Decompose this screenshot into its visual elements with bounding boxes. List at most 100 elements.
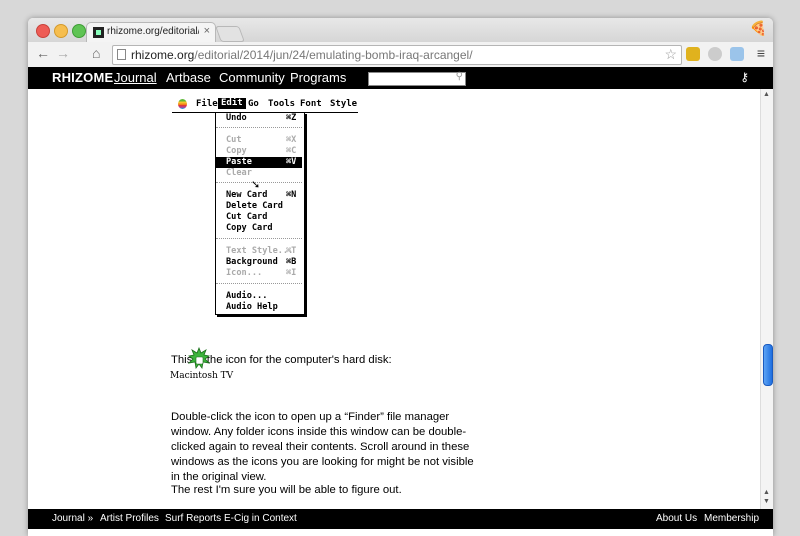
menu-separator	[216, 238, 302, 239]
browser-tab[interactable]: rhizome.org/editorial/201 ×	[86, 22, 216, 43]
article-content: File Edit Go Tools Font Style Undo ⌘Z Cut…	[28, 89, 761, 509]
article-paragraph-2: Double-click the icon to open up a “Find…	[171, 411, 474, 483]
window-minimize-button[interactable]	[54, 24, 68, 38]
menu-item-shortcut: ⌘I	[286, 268, 297, 278]
menu-item-cut-card: Cut Card	[216, 212, 302, 223]
menu-item-background: Background ⌘B	[216, 257, 302, 268]
menu-item-label: Background	[226, 257, 278, 267]
menu-item-new-card: New Card ⌘N	[216, 190, 302, 201]
favicon-icon	[93, 27, 104, 38]
nav-community[interactable]: Community	[219, 70, 285, 85]
bookmark-star-icon[interactable]: ☆	[664, 46, 677, 63]
apple-icon	[178, 99, 187, 109]
mac-menu-tools: Tools	[268, 99, 296, 109]
menu-item-label: Paste	[226, 157, 252, 167]
scroll-up-bottom-icon[interactable]: ▲	[763, 489, 770, 496]
window-close-button[interactable]	[36, 24, 50, 38]
mac-menu-go: Go	[248, 99, 259, 109]
pizza-extension-icon[interactable]: 🍕	[750, 20, 767, 37]
mouse-pointer-icon: ➘	[251, 179, 261, 191]
page-scrollbar[interactable]: ▲ ▲ ▼	[760, 89, 773, 509]
menu-item-label: Undo	[226, 113, 247, 123]
menu-separator	[216, 283, 302, 284]
search-icon[interactable]: ⚲	[456, 71, 463, 82]
menu-item-delete-card: Delete Card	[216, 201, 302, 212]
login-key-icon[interactable]: ⚷	[740, 70, 749, 84]
menu-item-label: Audio...	[226, 291, 268, 301]
site-navbar: RHIZOME Journal Artbase Community Progra…	[28, 67, 773, 89]
mac-menu-file: File	[196, 99, 218, 109]
menu-item-cut: Cut ⌘X	[216, 135, 302, 146]
browser-window: rhizome.org/editorial/201 × 🍕 ← → ⌂ rhiz…	[28, 18, 773, 536]
menu-item-label: Cut Card	[226, 212, 268, 222]
new-tab-button[interactable]	[215, 26, 245, 42]
site-search-input[interactable]: ⚲	[368, 71, 466, 86]
nav-journal[interactable]: Journal	[114, 70, 157, 85]
article-paragraph-3: The rest I'm sure you will be able to fi…	[171, 484, 402, 496]
menu-item-shortcut: ⌘B	[286, 257, 297, 267]
menu-item-label: Copy	[226, 146, 247, 156]
menu-item-audio-help: Audio Help	[216, 302, 302, 313]
home-button[interactable]: ⌂	[92, 45, 100, 61]
menu-item-copy-card: Copy Card	[216, 223, 302, 234]
menu-item-label: Copy Card	[226, 223, 273, 233]
footer-artist-profiles-link[interactable]: Artist Profiles	[100, 513, 159, 524]
menu-item-shortcut: ⌘X	[286, 135, 297, 145]
footer-surf-reports-link[interactable]: Surf Reports	[165, 513, 221, 524]
mac-menu-style: Style	[330, 99, 358, 109]
scroll-down-icon[interactable]: ▼	[763, 498, 770, 505]
menu-item-label: Delete Card	[226, 201, 283, 211]
mac-menu-edit: Edit	[218, 98, 246, 109]
menu-item-audio: Audio...	[216, 291, 302, 302]
footer-ecig-link[interactable]: E-Cig in Context	[224, 513, 297, 524]
menu-item-text-style: Text Style... ⌘T	[216, 246, 302, 257]
site-logo[interactable]: RHIZOME	[52, 70, 113, 85]
hard-disk-label: Macintosh TV	[170, 371, 234, 381]
cast-extension-icon[interactable]	[730, 47, 744, 61]
url-path: /editorial/2014/jun/24/emulating-bomb-ir…	[194, 48, 473, 62]
menu-item-label: Audio Help	[226, 302, 278, 312]
tab-bar: rhizome.org/editorial/201 × 🍕	[28, 18, 773, 43]
browser-menu-icon[interactable]: ≡	[757, 45, 765, 61]
extension-icon[interactable]	[686, 47, 700, 61]
nav-programs[interactable]: Programs	[290, 70, 346, 85]
browser-toolbar: ← → ⌂ rhizome.org/editorial/2014/jun/24/…	[28, 42, 773, 68]
menu-item-shortcut: ⌘C	[286, 146, 297, 156]
menu-separator	[216, 127, 302, 128]
edit-dropdown-image: Undo ⌘Z Cut ⌘X Copy ⌘C Paste ⌘V Clear New Ca…	[215, 112, 305, 315]
footer-about-link[interactable]: About Us	[656, 513, 697, 524]
menu-item-label: Cut	[226, 135, 242, 145]
url-domain: rhizome.org	[131, 48, 195, 62]
menu-item-icon: Icon... ⌘I	[216, 268, 302, 279]
mac-menubar-image: File Edit Go Tools Font Style	[172, 96, 358, 113]
address-bar[interactable]: rhizome.org/editorial/2014/jun/24/emulat…	[112, 45, 682, 65]
scrollbar-thumb[interactable]	[763, 344, 773, 386]
menu-item-label: Text Style...	[226, 246, 294, 256]
eye-extension-icon[interactable]	[708, 47, 722, 61]
menu-item-shortcut: ⌘Z	[286, 113, 297, 123]
tab-close-icon[interactable]: ×	[204, 25, 210, 37]
back-button[interactable]: ←	[36, 45, 50, 61]
scroll-up-icon[interactable]: ▲	[763, 91, 770, 98]
menu-item-label: Clear	[226, 168, 252, 178]
article-paragraph-1: This is the icon for the computer's hard…	[171, 354, 392, 366]
footer-membership-link[interactable]: Membership	[704, 513, 759, 524]
menu-item-shortcut: ⌘V	[286, 157, 297, 167]
footer-journal-link[interactable]: Journal »	[52, 513, 93, 524]
hard-disk-icon	[188, 347, 210, 369]
tab-title: rhizome.org/editorial/201	[107, 26, 199, 37]
menu-item-label: Icon...	[226, 268, 263, 278]
nav-artbase[interactable]: Artbase	[166, 70, 211, 85]
mac-menu-font: Font	[300, 99, 322, 109]
page-icon	[117, 49, 126, 60]
forward-button[interactable]: →	[56, 45, 70, 61]
window-maximize-button[interactable]	[72, 24, 86, 38]
menu-item-copy: Copy ⌘C	[216, 146, 302, 157]
menu-item-shortcut: ⌘T	[286, 246, 297, 256]
menu-item-undo: Undo ⌘Z	[216, 113, 302, 124]
menu-item-label: New Card	[226, 190, 268, 200]
menu-item-shortcut: ⌘N	[286, 190, 297, 200]
menu-item-paste: Paste ⌘V	[216, 157, 302, 168]
site-footer: Journal » Artist Profiles Surf Reports E…	[28, 509, 773, 529]
url-text[interactable]: rhizome.org/editorial/2014/jun/24/emulat…	[131, 48, 473, 62]
